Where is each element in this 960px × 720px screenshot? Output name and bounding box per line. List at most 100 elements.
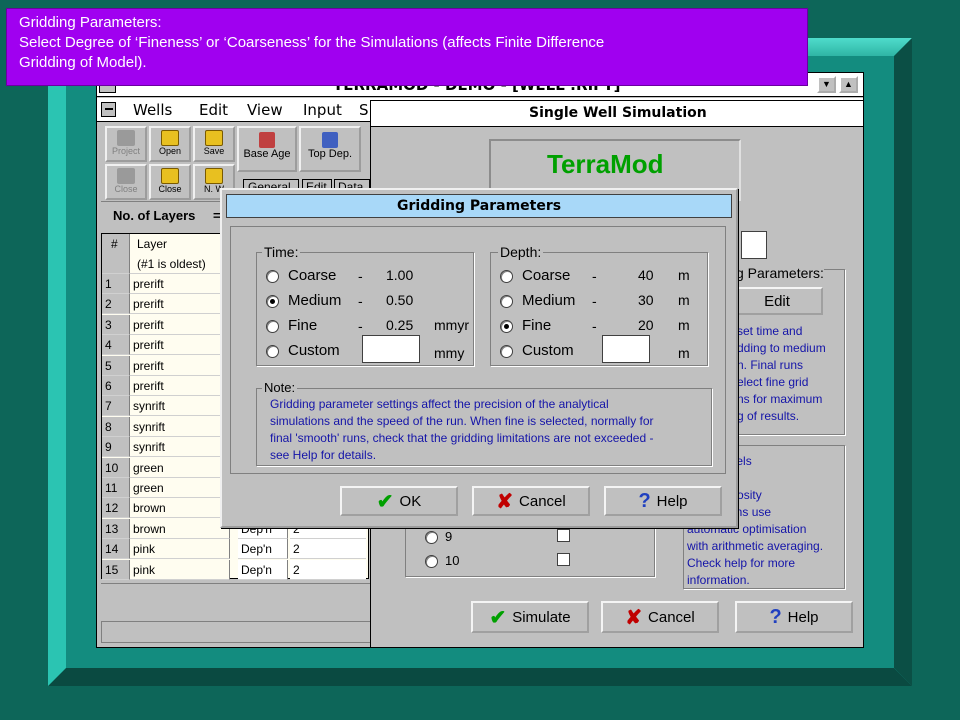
- table-row-layer[interactable]: green: [130, 478, 230, 498]
- table-row-layer[interactable]: pink: [130, 559, 230, 580]
- top-dep-label: Top Dep.: [307, 148, 353, 160]
- save-label: Save: [203, 146, 225, 156]
- simulate-button[interactable]: ✔ Simulate: [471, 601, 589, 633]
- table-row-num: 7: [102, 396, 130, 417]
- time-medium-radio[interactable]: [266, 295, 279, 308]
- caption-line-2: Select Degree of ‘Fineness’ or ‘Coarsene…: [19, 34, 605, 51]
- time-fine-label: Fine: [288, 317, 318, 334]
- table-row-layer[interactable]: prerift: [130, 355, 230, 376]
- menu-s[interactable]: S: [359, 101, 369, 119]
- maximize-icon[interactable]: ▲: [839, 76, 858, 93]
- table-row-num: 15: [102, 559, 130, 580]
- menu-edit[interactable]: Edit: [199, 101, 228, 119]
- table-footer: [101, 583, 371, 615]
- gridding-parameters-dialog: Gridding Parameters Time: Coarse - 1.00 Med…: [220, 188, 738, 528]
- time-custom-input[interactable]: [362, 335, 420, 363]
- table-header-num: #: [102, 234, 130, 274]
- table-row-value[interactable]: 2: [290, 559, 366, 580]
- table-row-layer[interactable]: brown: [130, 518, 230, 539]
- checkbox-10[interactable]: [557, 553, 570, 566]
- list-radio-10[interactable]: [425, 555, 438, 568]
- project-button[interactable]: Project: [105, 126, 147, 162]
- new-well-icon: [205, 168, 223, 184]
- table-row-num: 3: [102, 314, 130, 335]
- table-row-layer[interactable]: prerift: [130, 376, 230, 396]
- menu-wells[interactable]: Wells: [133, 101, 172, 119]
- list-radio-9[interactable]: [425, 531, 438, 544]
- edit-button-label: Edit: [764, 292, 790, 310]
- note-line: see Help for details.: [270, 448, 377, 462]
- table-row-layer[interactable]: brown: [130, 498, 230, 519]
- table-row-layer[interactable]: synrift: [130, 437, 230, 458]
- gridding-info-line: elect fine grid: [737, 375, 809, 389]
- dialog-title: Gridding Parameters: [397, 198, 562, 214]
- time-coarse-label: Coarse: [288, 267, 337, 284]
- sim-cancel-button[interactable]: ✘ Cancel: [601, 601, 719, 633]
- checkbox-9[interactable]: [557, 529, 570, 542]
- top-dep-button[interactable]: Top Dep.: [299, 126, 361, 172]
- sim-help-button[interactable]: ? Help: [735, 601, 853, 633]
- gridding-group-label: g Parameters:: [736, 265, 824, 281]
- save-button[interactable]: Save: [193, 126, 235, 162]
- time-dash: -: [358, 318, 363, 334]
- table-row-layer[interactable]: prerift: [130, 335, 230, 356]
- depth-custom-radio[interactable]: [500, 345, 513, 358]
- depth-dash: -: [592, 293, 597, 309]
- doc-menu-icon[interactable]: [101, 102, 116, 117]
- table-row-layer[interactable]: synrift: [130, 416, 230, 437]
- caption-text: Gridding Parameters: Select Degree of ‘F…: [19, 13, 604, 73]
- time-group-label: Time:: [262, 244, 301, 260]
- close-all-button[interactable]: Close: [149, 164, 191, 200]
- dialog-cancel-button[interactable]: ✘ Cancel: [472, 486, 590, 516]
- ok-button[interactable]: ✔ OK: [340, 486, 458, 516]
- table-row-layer[interactable]: prerift: [130, 314, 230, 335]
- table-row-value[interactable]: 2: [290, 539, 366, 560]
- close-button[interactable]: Close: [105, 164, 147, 200]
- layers-label: No. of Layers: [113, 208, 196, 223]
- table-row-type[interactable]: Dep'n: [238, 539, 288, 560]
- table-row-num: 4: [102, 335, 130, 356]
- menu-input[interactable]: Input: [303, 101, 342, 119]
- depth-custom-input[interactable]: [602, 335, 650, 363]
- table-row-layer[interactable]: prerift: [130, 294, 230, 315]
- sim-input-box[interactable]: [741, 231, 767, 259]
- close-all-icon: [161, 168, 179, 184]
- table-row-num: 13: [102, 518, 130, 539]
- depth-dash: -: [592, 268, 597, 284]
- open-folder-icon: [161, 130, 179, 146]
- header-layer-text: Layer: [137, 237, 168, 251]
- table-row-layer[interactable]: green: [130, 457, 230, 478]
- depth-medium-radio[interactable]: [500, 295, 513, 308]
- caption-line-3: Gridding of Model).: [19, 54, 147, 71]
- open-button[interactable]: Open: [149, 126, 191, 162]
- table-row-layer[interactable]: pink: [130, 539, 230, 560]
- time-fine-radio[interactable]: [266, 320, 279, 333]
- sim-cancel-label: Cancel: [648, 608, 695, 626]
- table-row-layer[interactable]: prerift: [130, 274, 230, 294]
- gridding-info-line: ns for maximum: [737, 392, 823, 406]
- edit-button[interactable]: Edit: [731, 287, 823, 315]
- table-row-type[interactable]: Dep'n: [238, 559, 288, 580]
- help-question-icon: ?: [638, 489, 651, 512]
- time-medium-value: 0.50: [386, 292, 414, 308]
- caption-box: Gridding Parameters: Select Degree of ‘F…: [6, 8, 808, 86]
- time-unit: mmy: [434, 345, 465, 361]
- table-row-num: 1: [102, 274, 130, 294]
- time-custom-radio[interactable]: [266, 345, 279, 358]
- header-num-text: #: [111, 237, 118, 251]
- depth-coarse-radio[interactable]: [500, 270, 513, 283]
- depth-unit: m: [678, 292, 690, 308]
- base-age-button[interactable]: Base Age: [237, 126, 297, 172]
- depth-fine-radio[interactable]: [500, 320, 513, 333]
- time-coarse-radio[interactable]: [266, 270, 279, 283]
- close-all-label: Close: [158, 184, 182, 194]
- gridding-info-line: dding to medium: [737, 341, 826, 355]
- menu-view[interactable]: View: [247, 101, 283, 119]
- dialog-help-button[interactable]: ? Help: [604, 486, 722, 516]
- table-row-layer[interactable]: synrift: [130, 396, 230, 417]
- x-icon: ✘: [625, 606, 643, 629]
- close-label: Close: [114, 184, 138, 194]
- minimize-icon[interactable]: ▼: [817, 76, 836, 93]
- frame-bevel-right: [894, 38, 912, 686]
- simulate-label: Simulate: [512, 608, 571, 626]
